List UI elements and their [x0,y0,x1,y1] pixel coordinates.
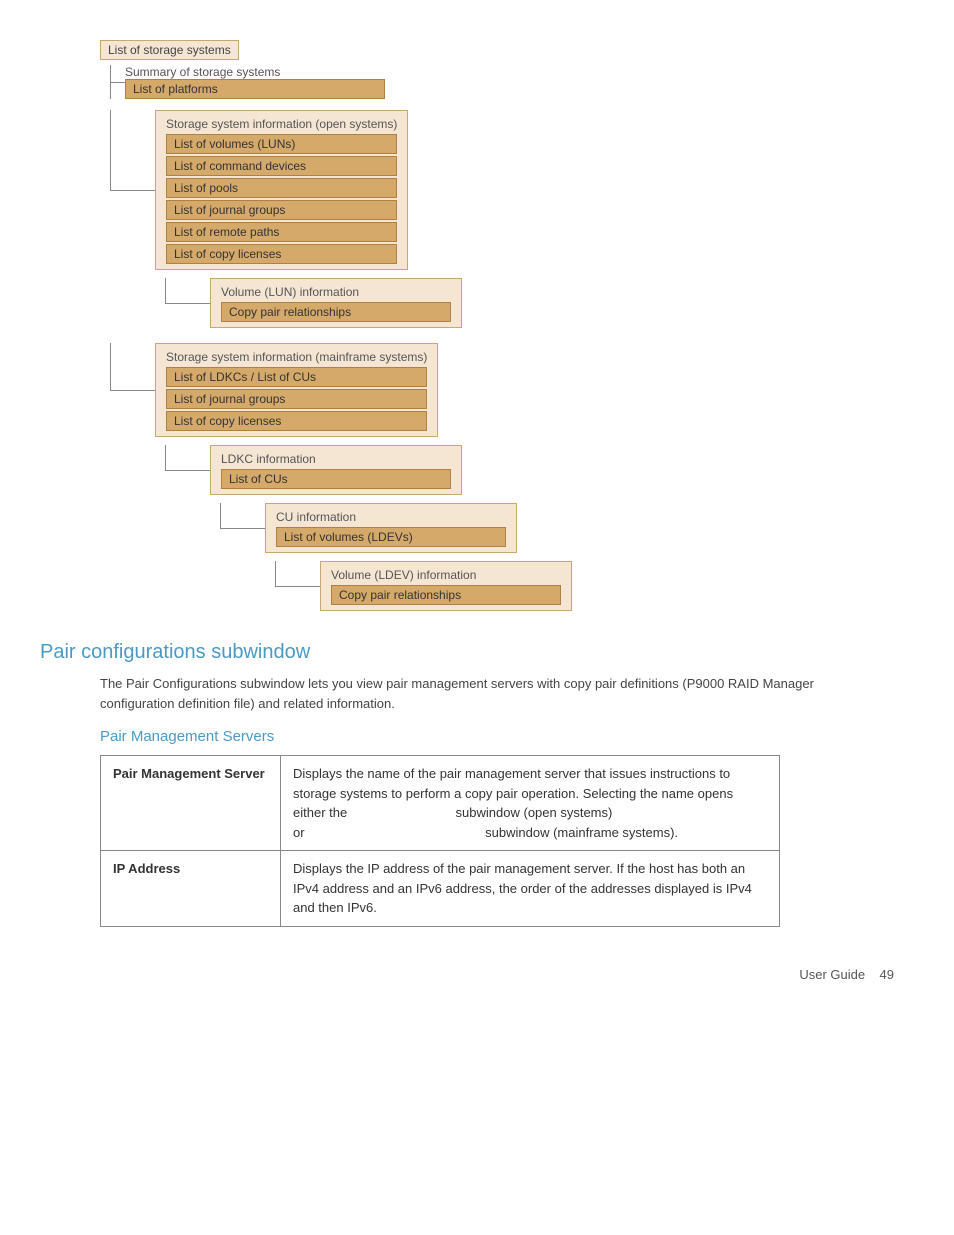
box-pools: List of pools [166,178,397,198]
box-copy-licenses-main: List of copy licenses [166,411,427,431]
col-header-ip: IP Address [101,851,281,927]
col-desc-pair-mgmt: Displays the name of the pair management… [281,756,780,851]
box-list-storage-systems: List of storage systems [100,40,239,60]
box-list-platforms: List of platforms [125,79,385,99]
box-list-ldevs: List of volumes (LDEVs) [276,527,506,547]
table-row-ip-address: IP Address Displays the IP address of th… [101,851,780,927]
label-ldkc-info: LDKC information [221,452,316,466]
box-copy-pair-ldev: Copy pair relationships [331,585,561,605]
tree-diagram: List of storage systems Summary of stora… [100,40,914,611]
col-desc-ip: Displays the IP address of the pair mana… [281,851,780,927]
pair-mgmt-heading: Pair Management Servers [100,728,914,745]
col-header-pair-mgmt: Pair Management Server [101,756,281,851]
box-command-devices: List of command devices [166,156,397,176]
label-mainframe-systems: Storage system information (mainframe sy… [166,350,427,364]
box-ldkcs-cus: List of LDKCs / List of CUs [166,367,427,387]
label-lun-info: Volume (LUN) information [221,285,359,299]
footer-page: 49 [880,967,894,982]
pair-config-description: The Pair Configurations subwindow lets y… [100,674,850,713]
box-journal-groups-main: List of journal groups [166,389,427,409]
pair-config-heading: Pair configurations subwindow [40,641,914,664]
label-summary-storage: Summary of storage systems [125,65,385,79]
label-ldev-info: Volume (LDEV) information [331,568,476,582]
box-copy-pair-open: Copy pair relationships [221,302,451,322]
box-journal-groups-open: List of journal groups [166,200,397,220]
page-footer: User Guide 49 [40,967,914,982]
box-list-cus: List of CUs [221,469,451,489]
box-volumes-luns: List of volumes (LUNs) [166,134,397,154]
footer-label: User Guide [799,967,865,982]
pair-mgmt-table: Pair Management Server Displays the name… [100,755,780,927]
box-copy-licenses-open: List of copy licenses [166,244,397,264]
label-open-systems: Storage system information (open systems… [166,117,397,131]
table-row-pair-mgmt-server: Pair Management Server Displays the name… [101,756,780,851]
box-remote-paths: List of remote paths [166,222,397,242]
label-cu-info: CU information [276,510,356,524]
